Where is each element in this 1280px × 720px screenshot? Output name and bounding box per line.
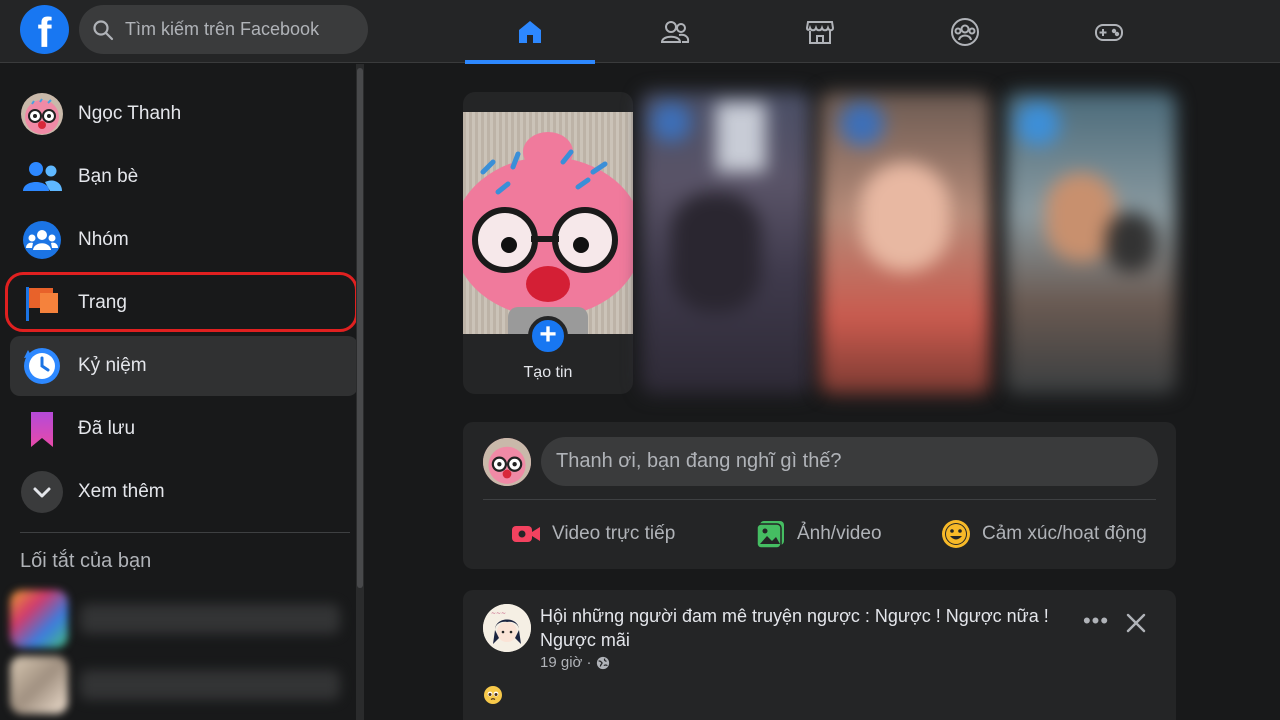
plus-icon: + <box>539 318 557 351</box>
tab-gaming[interactable] <box>1044 0 1174 63</box>
post-composer: Thanh ơi, bạn đang nghĩ gì thế? Video tr… <box>463 422 1176 569</box>
scrollbar-thumb[interactable] <box>357 68 363 588</box>
story-card[interactable] <box>820 92 990 394</box>
story-profile-photo <box>463 112 633 334</box>
whats-on-your-mind-input[interactable]: Thanh ơi, bạn đang nghĩ gì thế? <box>541 437 1158 486</box>
add-story-button[interactable]: + <box>528 316 568 356</box>
groups-icon <box>951 17 979 46</box>
action-label: Cảm xúc/hoạt động <box>982 523 1147 544</box>
live-video-button[interactable]: Video trực tiếp <box>510 514 675 554</box>
action-label: Ảnh/video <box>797 523 882 544</box>
sidebar-item-friends[interactable]: Bạn bè <box>10 147 358 207</box>
sidebar-divider <box>20 532 350 533</box>
flag-icon <box>26 287 58 321</box>
feed-post: ~~~ Hội những người đam mê truyện ngược … <box>463 590 1176 720</box>
tab-groups[interactable] <box>900 0 1030 63</box>
home-icon <box>519 20 541 43</box>
sidebar-item-pages[interactable]: Trang <box>10 273 358 333</box>
post-time[interactable]: 19 giờ · <box>540 654 592 671</box>
search-input[interactable]: Tìm kiếm trên Facebook <box>79 5 368 54</box>
user-avatar <box>21 93 63 135</box>
shortcut-label-blurred <box>80 670 340 700</box>
feeling-activity-button[interactable]: Cảm xúc/hoạt động <box>940 514 1147 554</box>
pleading-face-icon <box>484 686 502 704</box>
svg-text:~~~: ~~~ <box>491 610 506 617</box>
shortcuts-heading: Lối tắt của bạn <box>20 550 152 572</box>
groups-icon <box>23 221 61 259</box>
composer-divider <box>483 499 1156 500</box>
sidebar-scrollbar[interactable] <box>356 64 364 720</box>
friends-icon <box>23 162 62 191</box>
sidebar-item-label: Ngọc Thanh <box>78 103 182 124</box>
composer-placeholder: Thanh ơi, bạn đang nghĩ gì thế? <box>556 450 842 472</box>
marketplace-icon <box>805 20 835 44</box>
sidebar-item-profile[interactable]: Ngọc Thanh <box>10 84 358 144</box>
create-story-card[interactable]: + Tạo tin <box>463 92 633 394</box>
post-group-name[interactable]: Hội những người đam mê truyện ngược : Ng… <box>540 604 1080 652</box>
photo-icon <box>756 521 784 549</box>
sidebar-item-label: Đã lưu <box>78 418 136 439</box>
more-options-button[interactable]: ••• <box>1081 608 1111 638</box>
search-placeholder: Tìm kiếm trên Facebook <box>125 19 320 39</box>
facebook-logo[interactable]: f <box>20 5 69 56</box>
sidebar-item-saved[interactable]: Đã lưu <box>10 399 358 459</box>
shortcut-item[interactable] <box>10 656 350 716</box>
sidebar-item-memories[interactable]: Kỷ niệm <box>10 336 358 396</box>
facebook-logo-letter: f <box>37 9 52 56</box>
photo-video-button[interactable]: Ảnh/video <box>755 514 882 554</box>
sidebar-item-label: Nhóm <box>78 229 129 250</box>
shortcut-item[interactable] <box>10 590 350 650</box>
shortcut-thumbnail <box>10 590 68 648</box>
gaming-icon <box>1095 23 1123 41</box>
story-card[interactable] <box>1006 92 1176 394</box>
user-avatar <box>483 438 531 486</box>
story-card[interactable] <box>641 92 811 394</box>
shortcut-label-blurred <box>80 604 340 634</box>
memories-clock-icon <box>24 348 60 384</box>
tab-marketplace[interactable] <box>755 0 885 63</box>
bookmark-icon <box>31 412 53 447</box>
tab-home[interactable] <box>465 0 595 64</box>
sidebar-item-see-more[interactable]: Xem thêm <box>10 462 358 522</box>
action-label: Video trực tiếp <box>552 523 676 544</box>
create-story-label: Tạo tin <box>523 364 573 381</box>
chevron-down-icon <box>21 471 63 513</box>
group-avatar[interactable]: ~~~ <box>483 604 531 652</box>
sidebar-item-label: Xem thêm <box>78 481 165 502</box>
close-icon[interactable] <box>1121 608 1151 638</box>
top-navigation-bar: f Tìm kiếm trên Facebook <box>0 0 1280 64</box>
globe-icon <box>596 656 609 669</box>
sidebar-item-groups[interactable]: Nhóm <box>10 210 358 270</box>
live-video-icon <box>512 526 540 542</box>
post-meta: 19 giờ · <box>540 654 610 671</box>
feeling-icon <box>942 520 970 548</box>
search-icon <box>93 20 114 41</box>
friends-icon <box>660 20 690 43</box>
sidebar-item-label: Kỷ niệm <box>78 355 147 376</box>
tab-friends[interactable] <box>610 0 740 63</box>
shortcut-thumbnail <box>10 656 68 714</box>
sidebar-item-label: Bạn bè <box>78 166 139 187</box>
sidebar-item-label: Trang <box>78 292 127 313</box>
